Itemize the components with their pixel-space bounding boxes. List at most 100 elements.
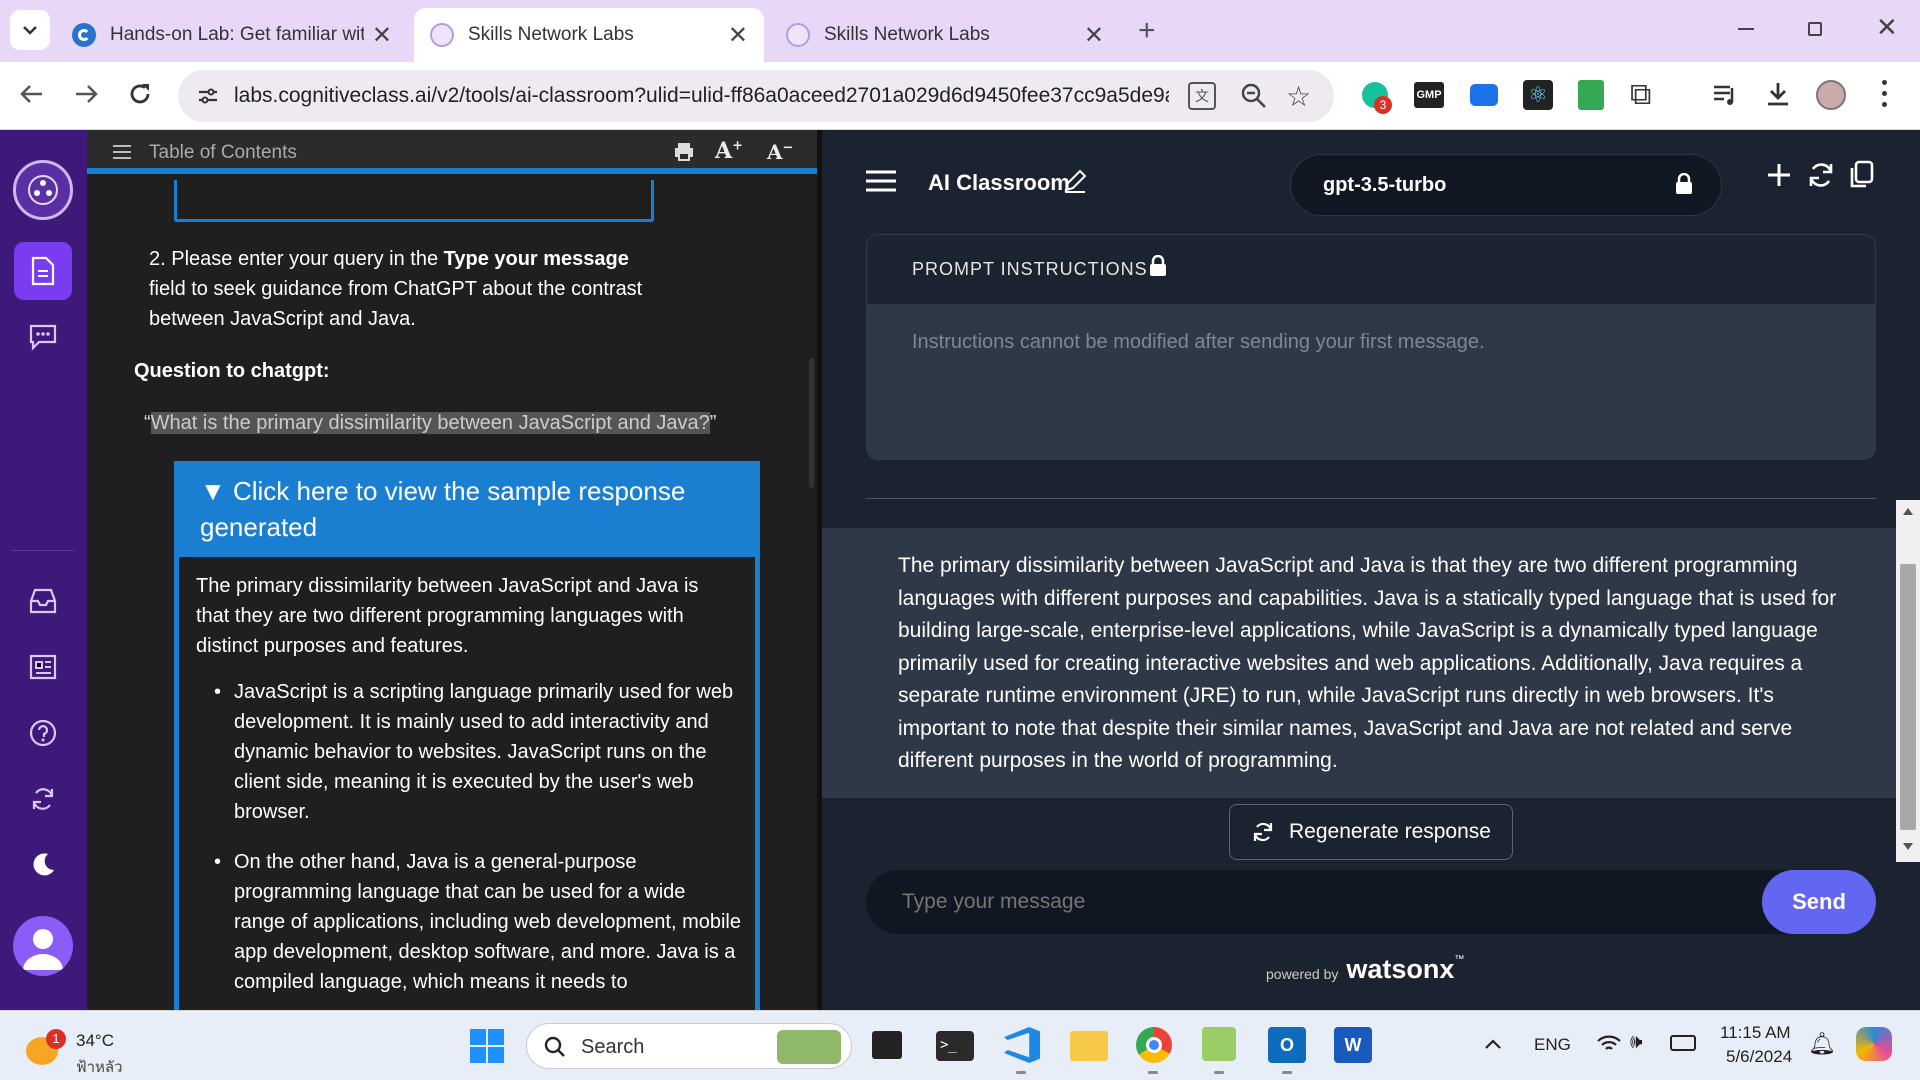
new-tab-button[interactable]: +	[1138, 14, 1156, 48]
sheets-extension-icon[interactable]	[1578, 80, 1604, 110]
arrow-right-icon	[76, 85, 98, 103]
media-controls-icon[interactable]	[1712, 82, 1738, 108]
file-explorer-dark-icon[interactable]	[872, 1031, 902, 1059]
start-button[interactable]	[470, 1029, 504, 1063]
temperature: 34°C	[76, 1031, 114, 1050]
accordion-toggle[interactable]: ▼ Click here to view the sample response…	[174, 461, 760, 557]
browser-menu-icon[interactable]	[1882, 80, 1888, 110]
model-selector[interactable]: gpt-3.5-turbo	[1290, 154, 1722, 216]
sample-response-accordion: ▼ Click here to view the sample response…	[174, 461, 760, 1010]
active-app-indicator	[1148, 1071, 1158, 1074]
chat-scrollbar[interactable]	[1896, 500, 1920, 862]
prompt-instructions-box: PROMPT INSTRUCTIONS Instructions cannot …	[866, 234, 1876, 460]
copilot-icon[interactable]	[1856, 1027, 1892, 1061]
inbox-button[interactable]	[14, 572, 72, 630]
camera-extension-icon[interactable]	[1470, 84, 1498, 106]
outlook-icon[interactable]: O	[1268, 1027, 1306, 1063]
increase-font-button[interactable]: A+	[715, 138, 743, 164]
decrease-font-button[interactable]: A−	[767, 140, 793, 164]
tab-title: Skills Network Labs	[468, 24, 634, 45]
tab-hands-on-lab[interactable]: Hands-on Lab: Get familiar with ✕	[56, 8, 408, 62]
close-tab-icon[interactable]: ✕	[372, 21, 392, 50]
tab-skills-network[interactable]: Skills Network Labs ✕	[770, 8, 1120, 62]
folder-icon[interactable]	[1070, 1031, 1108, 1061]
help-button[interactable]	[14, 704, 72, 762]
user-avatar[interactable]	[13, 916, 73, 976]
react-devtools-icon[interactable]: ⚛	[1523, 80, 1553, 110]
paint-icon[interactable]	[1202, 1027, 1236, 1061]
close-window-button[interactable]: ✕	[1876, 12, 1898, 43]
print-icon[interactable]	[673, 142, 695, 162]
send-button[interactable]: Send	[1762, 870, 1876, 934]
back-button[interactable]	[18, 80, 46, 108]
site-settings-icon[interactable]	[196, 84, 220, 108]
extension-badge: 3	[1374, 96, 1392, 114]
language-indicator[interactable]: ENG	[1534, 1035, 1571, 1055]
newspaper-icon	[29, 654, 57, 680]
prompt-instructions-title: PROMPT INSTRUCTIONS	[912, 259, 1148, 279]
terminal-icon[interactable]: >_	[936, 1031, 974, 1061]
close-tab-icon[interactable]: ✕	[728, 21, 748, 50]
menu-icon[interactable]	[113, 144, 131, 160]
close-tab-icon[interactable]: ✕	[1084, 21, 1104, 50]
wifi-icon[interactable]	[1596, 1033, 1622, 1055]
profile-avatar[interactable]	[1816, 80, 1846, 110]
lock-icon	[1676, 173, 1692, 194]
zoom-icon[interactable]	[1240, 82, 1268, 110]
reload-button[interactable]	[126, 80, 154, 108]
moon-icon	[33, 853, 54, 876]
chat-title: AI Classroom	[928, 170, 1070, 195]
chat-button[interactable]	[14, 308, 72, 366]
clock-date[interactable]: 5/6/2024	[1726, 1047, 1792, 1067]
instructions-panel: Table of Contents A+ A− 2. Please enter …	[87, 130, 817, 1010]
minimize-button[interactable]	[1738, 28, 1754, 30]
refresh-icon	[32, 788, 54, 810]
taskbar-search[interactable]: Search	[526, 1023, 852, 1069]
download-icon[interactable]	[1764, 80, 1792, 108]
word-icon[interactable]: W	[1334, 1027, 1372, 1063]
volume-icon[interactable]: 🕪	[1630, 1031, 1643, 1054]
new-chat-icon[interactable]	[1766, 162, 1792, 188]
chrome-icon[interactable]	[1136, 1027, 1172, 1063]
response-bullets: • JavaScript is a scripting language pri…	[179, 661, 755, 997]
weather-badge: 1	[46, 1029, 66, 1049]
clock-time[interactable]: 11:15 AM	[1720, 1023, 1791, 1043]
forward-button[interactable]	[72, 80, 100, 108]
battery-icon[interactable]	[1670, 1035, 1696, 1051]
doc-scrollbar[interactable]	[809, 358, 814, 488]
refresh-chat-icon[interactable]	[1806, 160, 1836, 190]
message-input[interactable]	[902, 884, 1752, 920]
powered-by: powered by watsonx ™	[1266, 954, 1464, 985]
restore-button[interactable]	[1808, 22, 1822, 36]
copy-icon[interactable]	[1848, 160, 1874, 190]
gmp-extension-icon[interactable]: GMP	[1414, 82, 1444, 108]
table-of-contents-label[interactable]: Table of Contents	[149, 142, 297, 164]
news-button[interactable]	[14, 638, 72, 696]
powered-by-label: powered by	[1266, 966, 1339, 982]
tab-skills-network-active[interactable]: Skills Network Labs ✕	[414, 8, 764, 62]
trademark: ™	[1454, 954, 1465, 965]
edit-title-icon[interactable]	[1062, 168, 1088, 194]
assistant-message-text: The primary dissimilarity between JavaSc…	[898, 554, 1837, 772]
extensions-puzzle-icon[interactable]: ⧉	[1630, 78, 1651, 112]
vscode-icon[interactable]	[1004, 1027, 1040, 1063]
tab-title: Skills Network Labs	[824, 24, 990, 45]
regenerate-response-button[interactable]: Regenerate response	[1229, 804, 1513, 860]
tab-title: Hands-on Lab: Get familiar with	[110, 24, 364, 45]
message-input-bar	[866, 870, 1876, 934]
weather-widget[interactable]: 1 34°C ฟ้าหลัว	[26, 1025, 146, 1076]
chat-menu-icon[interactable]	[866, 170, 896, 192]
skills-network-logo[interactable]	[13, 160, 73, 220]
address-bar[interactable]: labs.cognitiveclass.ai/v2/tools/ai-class…	[178, 70, 1334, 122]
weather-description: ฟ้าหลัว	[76, 1059, 123, 1076]
sync-button[interactable]	[14, 770, 72, 828]
chevron-up-icon[interactable]	[1484, 1037, 1502, 1051]
step-2-text: 2. Please enter your query in the Type y…	[149, 248, 643, 330]
translate-icon[interactable]: 文	[1188, 82, 1216, 110]
dark-mode-button[interactable]	[14, 836, 72, 894]
bookmark-star-icon[interactable]: ☆	[1286, 80, 1311, 113]
notification-bell-icon[interactable]: 🔔︎	[1808, 1031, 1836, 1057]
tab-search-button[interactable]	[10, 10, 50, 50]
list-item: • On the other hand, Java is a general-p…	[214, 851, 741, 993]
instructions-button[interactable]	[14, 242, 72, 300]
